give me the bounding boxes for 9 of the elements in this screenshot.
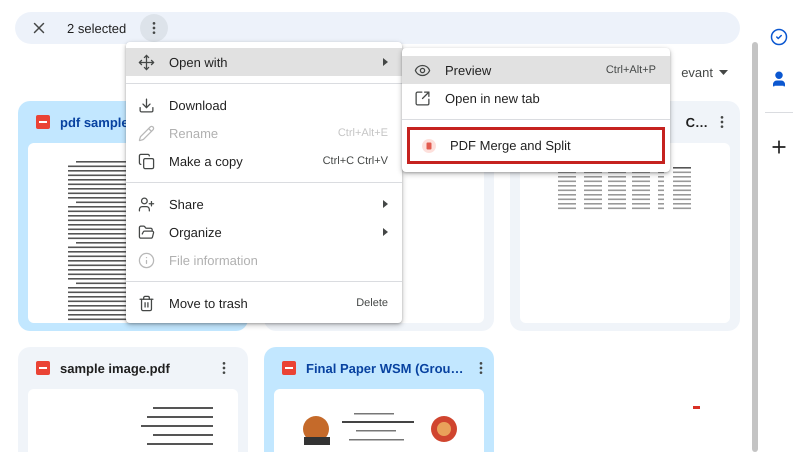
shortcut-label: Ctrl+C Ctrl+V [322, 155, 388, 167]
file-name: pdf sample [60, 114, 130, 130]
shortcut-label: Ctrl+Alt+P [606, 64, 656, 76]
file-name: C… [686, 114, 708, 130]
selection-count: 2 selected [67, 20, 126, 36]
file-name: sample image.pdf [60, 360, 171, 376]
file-name: Final Paper WSM (Grou… [306, 360, 464, 376]
shortcut-label: Ctrl+Alt+E [338, 127, 388, 139]
shortcut-label: Delete [356, 297, 388, 309]
